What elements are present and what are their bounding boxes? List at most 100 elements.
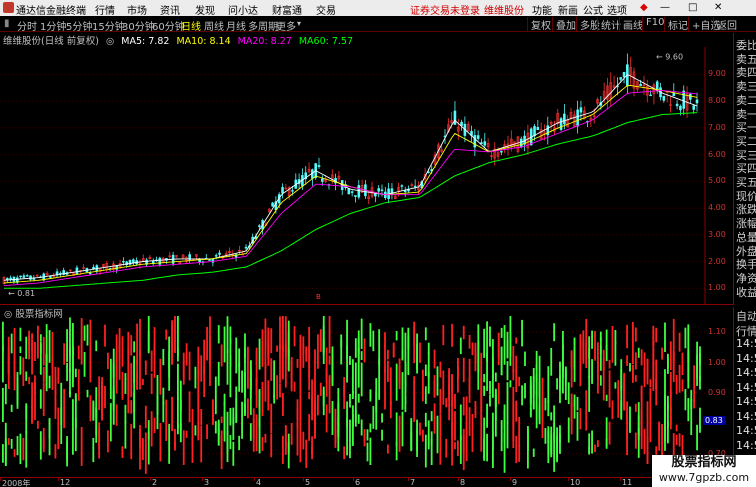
settings-icon[interactable]: ◎ [106,36,114,47]
stock-notice[interactable]: 维维股份 [484,2,524,17]
indicator-bar [664,400,666,442]
indicator-bar [433,375,436,397]
indicator-bar [422,369,424,402]
tab-period-more[interactable]: 更多 [276,18,296,33]
menu-ask[interactable]: 问小达 [228,2,258,17]
tab-period-monthly[interactable]: 月线 [226,18,246,33]
indicator-bar [31,343,33,352]
close-icon[interactable]: ✕ [714,2,722,13]
tab-period-15min[interactable]: 15分钟 [92,18,125,33]
tab-period-30min[interactable]: 30分钟 [122,18,155,33]
tab-period-5min[interactable]: 5分钟 [66,18,92,33]
tab-period-60min[interactable]: 60分钟 [152,18,185,33]
indicator-bar [535,391,538,429]
indicator-bar [191,436,194,463]
candle-body [357,185,361,198]
ma-line-ma20 [3,90,698,287]
sidebar-toggle-icon[interactable]: ▮ [4,18,10,29]
indicator-bar [576,411,579,441]
indicator-bar [235,337,238,374]
indicator-bar [494,372,497,382]
candle-body [244,246,248,249]
indicator-bar [343,446,346,460]
indicator-bar [547,366,550,404]
indicator-bar [19,346,22,354]
tab-period-minute-line[interactable]: 分时 [17,18,37,33]
indicator-bar [395,363,398,401]
indicator-bar [521,385,523,406]
indicator-bar [22,437,25,461]
indicator-bar [623,383,626,410]
indicator-bar [77,345,80,360]
maximize-icon[interactable]: □ [688,2,697,13]
candle-body [536,127,540,131]
menu-trade[interactable]: 交易 [316,2,336,17]
menu-new[interactable]: 新画 [558,2,578,17]
indicator-bar [626,324,628,349]
candle-body [579,107,583,113]
menu-function[interactable]: 功能 [532,2,552,17]
indicator-bar [678,364,681,393]
indicator-bar [220,430,223,459]
indicator-bar [445,438,448,458]
statistics-button[interactable]: 统计 [597,17,621,32]
indicator-bar [10,404,13,412]
menu-market[interactable]: 市场 [127,2,147,17]
indicator-bar [570,350,573,388]
indicator-bar [4,384,7,405]
minimize-icon[interactable]: — [660,2,670,13]
date-axis-tick [510,478,511,481]
tick-time-label: 14:5 [736,438,756,452]
tab-period-1min[interactable]: 1分钟 [40,18,66,33]
candle-body [178,262,182,264]
indicator-bar [124,378,127,394]
overlay-button[interactable]: 叠加 [552,17,576,32]
indicator-bar [197,346,200,380]
indicator-bar [229,435,232,450]
candle-body [563,113,566,125]
indicator-bar [244,361,246,398]
menu-news[interactable]: 资讯 [160,2,180,17]
indicator-bar [284,425,287,455]
candle-body [350,191,354,193]
indicator-bar [439,413,442,450]
price-chart[interactable]: ← 9.60 ← 0.81 B [0,47,733,305]
date-axis-label: 2008年 [2,479,31,487]
menu-wealth[interactable]: 财富通 [272,2,302,17]
f10-button[interactable]: F10 [642,17,664,31]
menu-options[interactable]: 选项 [607,2,627,17]
tab-period-multi[interactable]: 多周期 [248,18,278,33]
indicator-bar [223,401,226,435]
chevron-down-icon[interactable]: ▾ [297,19,301,28]
mark-button[interactable]: 标记 [664,17,688,32]
indicator-bar [264,433,267,443]
indicator-bar [462,396,465,416]
indicator-bar [241,401,243,439]
menu-discover[interactable]: 发现 [195,2,215,17]
indicator-bar [398,415,401,452]
draw-line-button[interactable]: 画线 [619,17,643,32]
menu-quotes[interactable]: 行情 [95,2,115,17]
tab-period-daily[interactable]: 日线 [181,18,201,33]
bell-icon[interactable]: ◆ [640,2,648,13]
candle-body [25,275,29,277]
back-button[interactable]: 返回 [713,17,737,32]
indicator-bar [69,369,71,395]
indicator-bar [83,351,86,377]
login-notice[interactable]: 证券交易未登录 [410,2,480,17]
indicator-bar [334,428,337,443]
indicator-bar [331,346,334,387]
app-logo-icon [3,2,14,13]
candle-body [88,272,92,275]
indicator-bar [296,358,299,368]
restore-rights-button[interactable]: 复权 [527,17,551,32]
indicator-bar [529,384,532,405]
indicator-bar [550,412,553,421]
indicator-bar [617,386,620,418]
menu-formula[interactable]: 公式 [583,2,603,17]
indicator-chart[interactable] [0,316,705,476]
indicator-bar [497,332,500,366]
date-axis-tick [202,478,203,481]
tab-period-weekly[interactable]: 周线 [204,18,224,33]
ma-line-ma60 [4,112,698,289]
